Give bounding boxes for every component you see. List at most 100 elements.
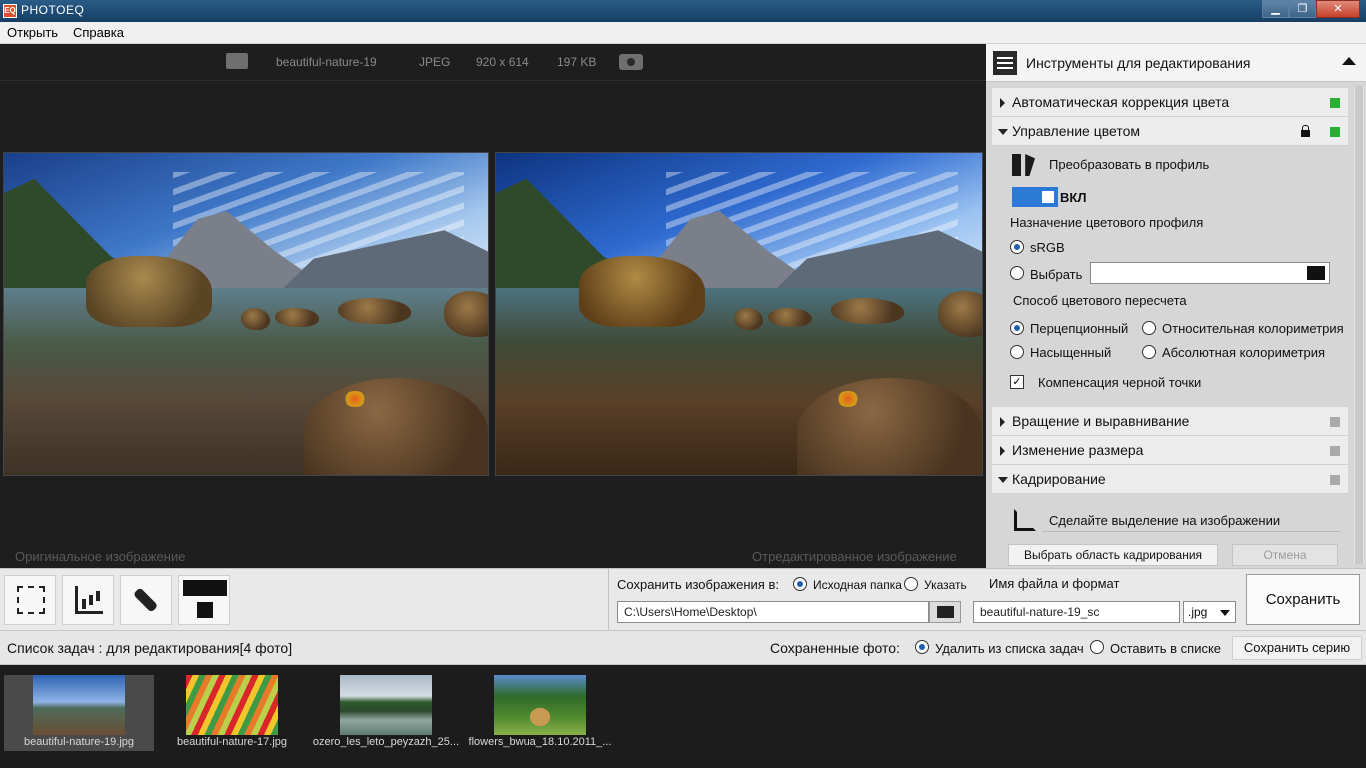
zoom-select-button[interactable] (4, 575, 56, 625)
radio-source-folder[interactable] (793, 577, 807, 591)
edited-image[interactable] (495, 152, 983, 476)
image-size: 197 KB (557, 55, 597, 69)
image-dimensions: 920 x 614 (476, 55, 529, 69)
section-color-management[interactable]: Управление цветом (992, 117, 1348, 146)
radio-absolute-label: Абсолютная колориметрия (1162, 345, 1326, 360)
panel-scrollbar[interactable] (1354, 86, 1364, 564)
section-label: Управление цветом (1012, 123, 1141, 139)
chevron-right-icon (1000, 417, 1005, 427)
section-label: Кадрирование (1012, 471, 1106, 487)
remove-from-list-label: Удалить из списка задач (935, 641, 1084, 656)
minimize-button[interactable]: ▁ (1262, 0, 1289, 18)
divider (1042, 531, 1340, 532)
select-crop-area-button[interactable]: Выбрать область кадрирования (1008, 544, 1218, 566)
chevron-right-icon (1000, 446, 1005, 456)
browse-folder-button[interactable] (929, 601, 961, 623)
profile-path-field[interactable] (1090, 262, 1330, 284)
save-series-button[interactable]: Сохранить серию (1232, 636, 1362, 660)
thumbnail-item[interactable]: ozero_les_leto_peyzazh_25... (311, 675, 461, 751)
image-icon (226, 53, 248, 69)
panel-header[interactable]: Инструменты для редактирования (986, 44, 1366, 82)
radio-choose-label: Выбрать (1030, 267, 1083, 282)
crop-icon (1014, 509, 1036, 531)
color-profile-icon-part (1025, 154, 1035, 176)
app-logo-icon: EQ (3, 4, 17, 18)
lock-icon (1301, 125, 1310, 137)
edited-caption: Отредактированное изображение (752, 549, 957, 564)
sliders-icon (993, 51, 1017, 75)
compare-view-button[interactable] (178, 575, 230, 625)
cancel-crop-button[interactable]: Отмена (1232, 544, 1338, 566)
maximize-button[interactable]: ❐ (1289, 0, 1316, 18)
radio-keep-in-list[interactable] (1090, 640, 1104, 654)
close-button[interactable]: ✕ (1316, 0, 1360, 18)
chevron-right-icon (1000, 98, 1005, 108)
status-indicator (1330, 127, 1340, 137)
task-list-label: Список задач : для редактирования[4 фото… (7, 640, 293, 656)
radio-remove-from-list[interactable] (915, 640, 929, 654)
thumbnail-image (340, 675, 432, 735)
image-format: JPEG (419, 55, 451, 69)
section-crop[interactable]: Кадрирование (992, 465, 1348, 494)
compare-view-icon (183, 580, 227, 622)
image-viewer: beautiful-nature-19 JPEG 920 x 614 197 K… (0, 44, 986, 568)
bottom-toolbar: Сохранить изображения в: Исходная папка … (0, 568, 1366, 631)
thumbnail-image (186, 675, 278, 735)
levels-button[interactable] (62, 575, 114, 625)
convert-profile-label: Преобразовать в профиль (1049, 157, 1210, 172)
image-filename: beautiful-nature-19 (276, 55, 377, 69)
specify-folder-label: Указать (924, 578, 967, 592)
section-label: Изменение размера (1012, 442, 1144, 458)
saved-photos-label: Сохраненные фото: (770, 640, 900, 656)
radio-choose-profile[interactable] (1010, 266, 1024, 280)
source-folder-label: Исходная папка (813, 578, 902, 592)
eyedropper-icon (127, 580, 167, 620)
window-controls: ▁ ❐ ✕ (1262, 0, 1360, 18)
original-image[interactable] (3, 152, 489, 476)
radio-specify-folder[interactable] (904, 577, 918, 591)
thumbnail-image (494, 675, 586, 735)
thumbnail-item[interactable]: beautiful-nature-19.jpg (4, 675, 154, 751)
toggle-state-label: ВКЛ (1060, 190, 1087, 205)
thumbnail-name: flowers_bwua_18.10.2011_... (468, 736, 612, 748)
radio-relative-colorimetric[interactable] (1142, 321, 1156, 335)
format-select-value: .jpg (1188, 605, 1208, 619)
menu-open[interactable]: Открыть (7, 25, 58, 40)
thumbnail-item[interactable]: beautiful-nature-17.jpg (157, 675, 307, 751)
color-picker-button[interactable] (120, 575, 172, 625)
collapse-up-icon[interactable] (1342, 57, 1356, 65)
radio-saturation[interactable] (1010, 345, 1024, 359)
menu-bar: Открыть Справка (0, 22, 1366, 44)
section-label: Вращение и выравнивание (1012, 413, 1190, 429)
thumbnail-name: beautiful-nature-19.jpg (23, 736, 135, 748)
histogram-icon (75, 586, 103, 614)
crop-hint: Сделайте выделение на изображении (1049, 513, 1281, 528)
black-point-label: Компенсация черной точки (1038, 375, 1202, 390)
thumbnail-item[interactable]: flowers_bwua_18.10.2011_... (465, 675, 615, 751)
chevron-down-icon (998, 129, 1008, 135)
radio-srgb-label: sRGB (1030, 240, 1065, 255)
filename-input[interactable]: beautiful-nature-19_sc (973, 601, 1180, 623)
radio-srgb[interactable] (1010, 240, 1024, 254)
camera-icon[interactable] (619, 54, 643, 70)
radio-absolute-colorimetric[interactable] (1142, 345, 1156, 359)
convert-profile-toggle[interactable] (1012, 187, 1058, 207)
save-to-label: Сохранить изображения в: (617, 577, 779, 592)
save-settings: Сохранить изображения в: Исходная папка … (608, 569, 1366, 631)
radio-perceptual[interactable] (1010, 321, 1024, 335)
radio-perceptual-label: Перцепционный (1030, 321, 1129, 336)
folder-icon[interactable] (1307, 266, 1325, 280)
section-label: Автоматическая коррекция цвета (1012, 94, 1230, 110)
menu-help[interactable]: Справка (73, 25, 124, 40)
status-indicator (1330, 417, 1340, 427)
save-button[interactable]: Сохранить (1246, 574, 1360, 625)
thumbnail-name: beautiful-nature-17.jpg (176, 736, 288, 748)
save-path-field[interactable]: C:\Users\Home\Desktop\ (617, 601, 929, 623)
filename-format-label: Имя файла и формат (989, 576, 1120, 591)
section-resize[interactable]: Изменение размера (992, 436, 1348, 465)
black-point-checkbox[interactable]: ✓ (1010, 375, 1024, 389)
section-auto-color[interactable]: Автоматическая коррекция цвета (992, 88, 1348, 117)
format-select[interactable]: .jpg (1183, 601, 1236, 623)
section-rotate[interactable]: Вращение и выравнивание (992, 407, 1348, 436)
profile-heading: Назначение цветового профиля (1010, 215, 1204, 230)
